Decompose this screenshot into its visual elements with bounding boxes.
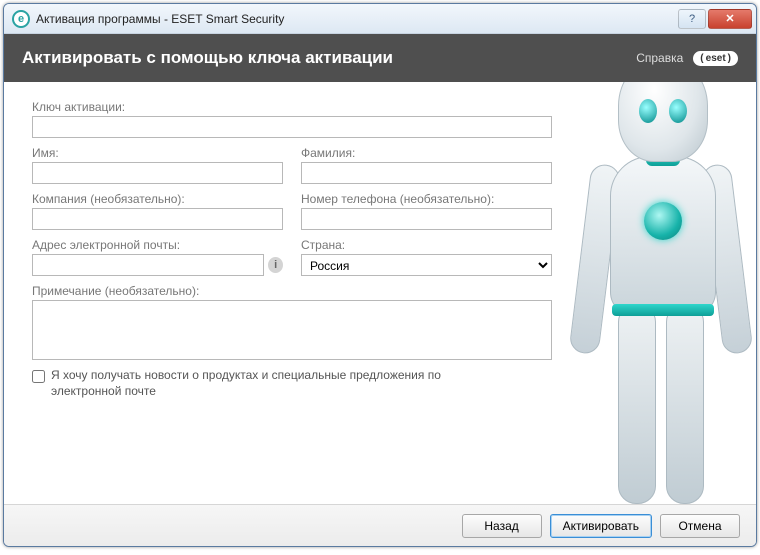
activation-form: Ключ активации: Имя: Фамилия: Компания (… [4,82,566,504]
activate-button[interactable]: Активировать [550,514,652,538]
country-label: Страна: [301,238,552,252]
last-name-label: Фамилия: [301,146,552,160]
app-icon: e [12,10,30,28]
cancel-button[interactable]: Отмена [660,514,740,538]
last-name-input[interactable] [301,162,552,184]
email-label: Адрес электронной почты: [32,238,283,252]
footer: Назад Активировать Отмена [4,504,756,546]
newsletter-checkbox[interactable] [32,370,45,383]
close-button[interactable]: ✕ [708,9,752,29]
first-name-label: Имя: [32,146,283,160]
titlebar: e Активация программы - ESET Smart Secur… [4,4,756,34]
page-heading: Активировать с помощью ключа активации [22,48,636,68]
window-title: Активация программы - ESET Smart Securit… [36,12,284,26]
company-label: Компания (необязательно): [32,192,283,206]
activation-key-input[interactable] [32,116,552,138]
help-button[interactable]: ? [678,9,706,29]
company-input[interactable] [32,208,283,230]
email-input[interactable] [32,254,264,276]
back-button[interactable]: Назад [462,514,542,538]
mascot-area [566,82,756,504]
activation-window: e Активация программы - ESET Smart Secur… [3,3,757,547]
activation-key-label: Ключ активации: [32,100,552,114]
phone-input[interactable] [301,208,552,230]
phone-label: Номер телефона (необязательно): [301,192,552,206]
header-bar: Активировать с помощью ключа активации С… [4,34,756,82]
newsletter-label: Я хочу получать новости о продуктах и сп… [51,368,511,399]
note-label: Примечание (необязательно): [32,284,552,298]
country-select[interactable]: Россия [301,254,552,276]
first-name-input[interactable] [32,162,283,184]
note-textarea[interactable] [32,300,552,360]
help-link[interactable]: Справка [636,51,683,65]
robot-mascot [566,82,756,504]
info-icon[interactable]: i [268,257,283,273]
brand-badge: (eset) [693,51,738,66]
